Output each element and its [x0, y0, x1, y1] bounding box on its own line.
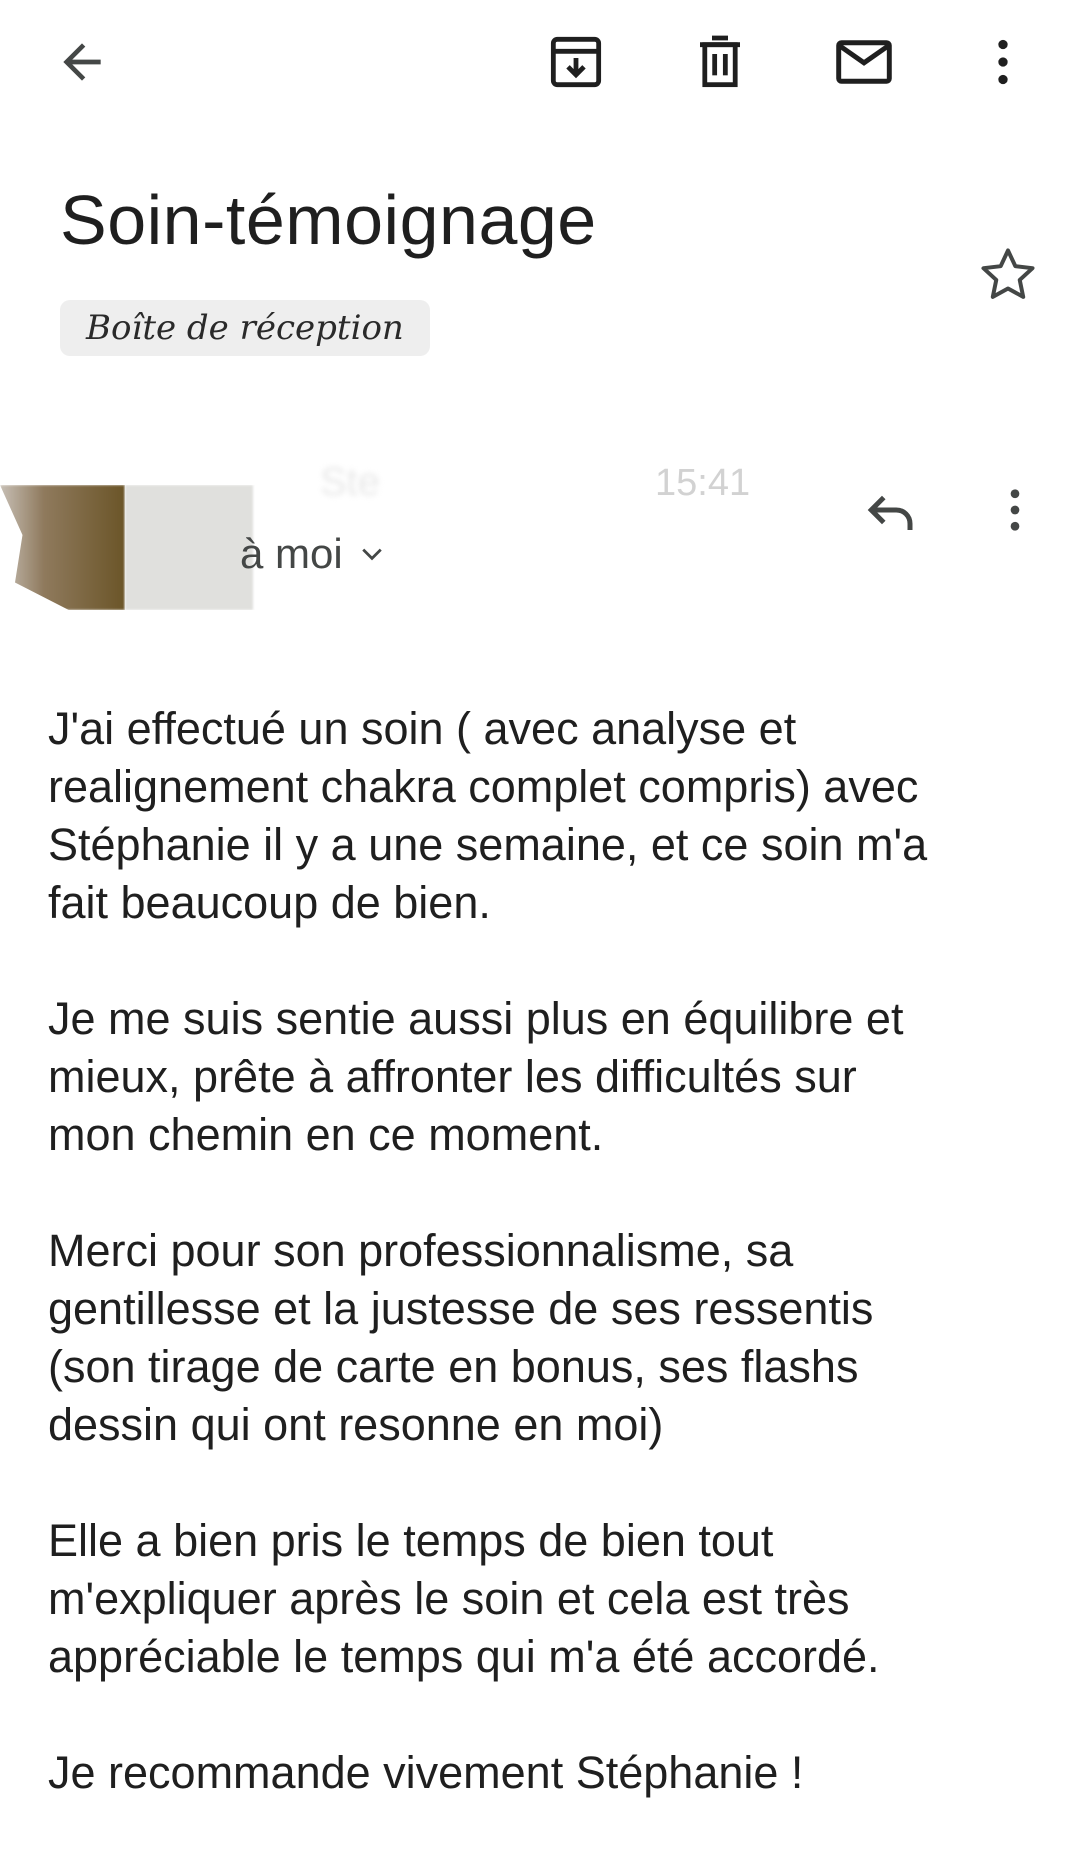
- mark-unread-button[interactable]: [824, 22, 904, 102]
- body-paragraph: Je recommande vivement Stéphanie !: [48, 1747, 804, 1798]
- back-button[interactable]: [42, 22, 122, 102]
- avatar-image-part: [0, 485, 125, 610]
- sender-avatar[interactable]: [0, 485, 255, 610]
- message-more-button[interactable]: [975, 470, 1055, 550]
- arrow-left-icon: [63, 43, 101, 81]
- star-button[interactable]: [968, 235, 1048, 315]
- chevron-down-icon: [361, 548, 382, 561]
- email-subject: Soin-témoignage: [60, 181, 597, 259]
- more-options-button[interactable]: [963, 22, 1043, 102]
- inbox-label-text: Boîte de réception: [86, 308, 404, 348]
- body-paragraph: Je me suis sentie aussi plus en équilibr…: [48, 993, 904, 1160]
- sender-name[interactable]: Ste: [320, 460, 380, 505]
- body-paragraph: Elle a bien pris le temps de bien tout m…: [48, 1515, 880, 1682]
- message-time: 15:41: [655, 462, 751, 504]
- delete-button[interactable]: [680, 22, 760, 102]
- reply-icon: [867, 495, 913, 530]
- recipient-text: à moi: [240, 530, 343, 577]
- more-vertical-icon: [1010, 489, 1020, 531]
- trash-icon: [700, 35, 740, 88]
- archive-icon: [550, 36, 602, 88]
- sender-row: Ste 15:41 à moi: [0, 400, 1080, 630]
- more-vertical-icon: [998, 39, 1008, 85]
- envelope-icon: [836, 40, 892, 84]
- body-paragraph: Merci pour son professionnalisme, sa gen…: [48, 1225, 874, 1450]
- reply-button[interactable]: [850, 470, 930, 550]
- archive-button[interactable]: [536, 22, 616, 102]
- body-paragraph: J'ai effectué un soin ( avec analyse et …: [48, 703, 928, 928]
- recipient-toggle[interactable]: à moi: [240, 530, 387, 578]
- top-app-bar: [0, 0, 1080, 130]
- email-body: J'ai effectué un soin ( avec analyse et …: [48, 700, 1038, 1860]
- inbox-label-chip[interactable]: Boîte de réception: [60, 300, 430, 356]
- star-outline-icon: [981, 248, 1035, 299]
- avatar-image-part: [125, 485, 253, 610]
